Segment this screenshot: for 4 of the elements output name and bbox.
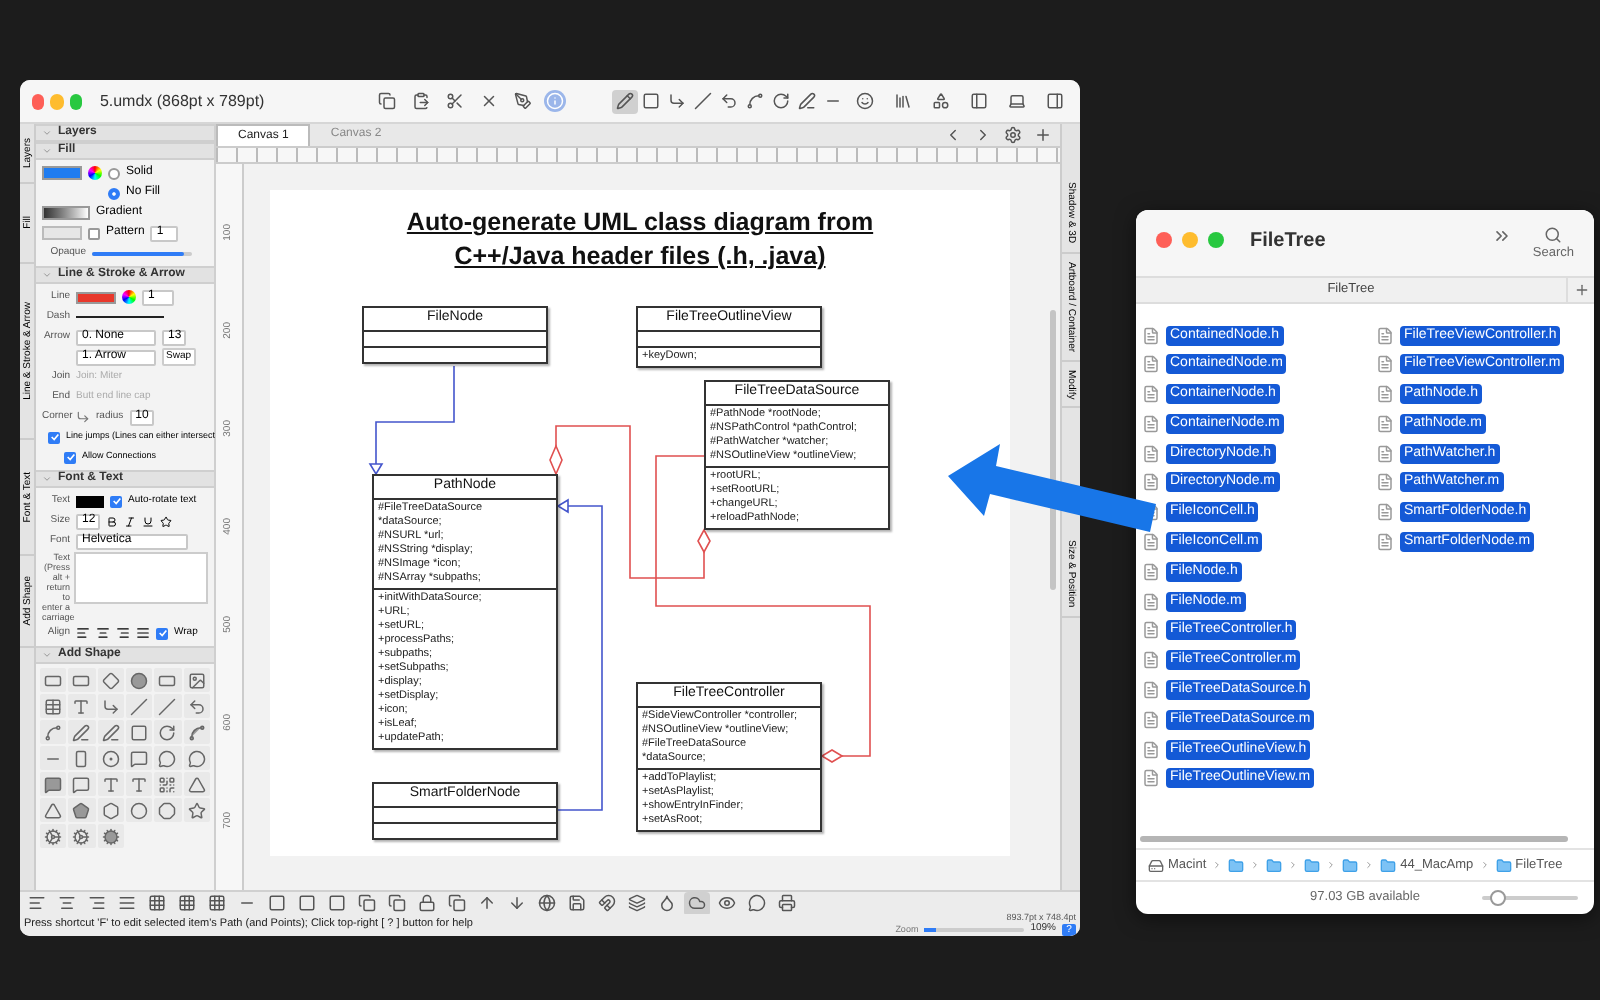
diagram-title: Auto-generate UML class diagram from <box>406 206 874 240</box>
window-title: FileTree <box>1250 228 1326 256</box>
diagram-title: C++/Java header files (.h, .java) <box>454 240 826 274</box>
window-title: 5.umdx (868pt x 789pt) <box>99 89 267 113</box>
